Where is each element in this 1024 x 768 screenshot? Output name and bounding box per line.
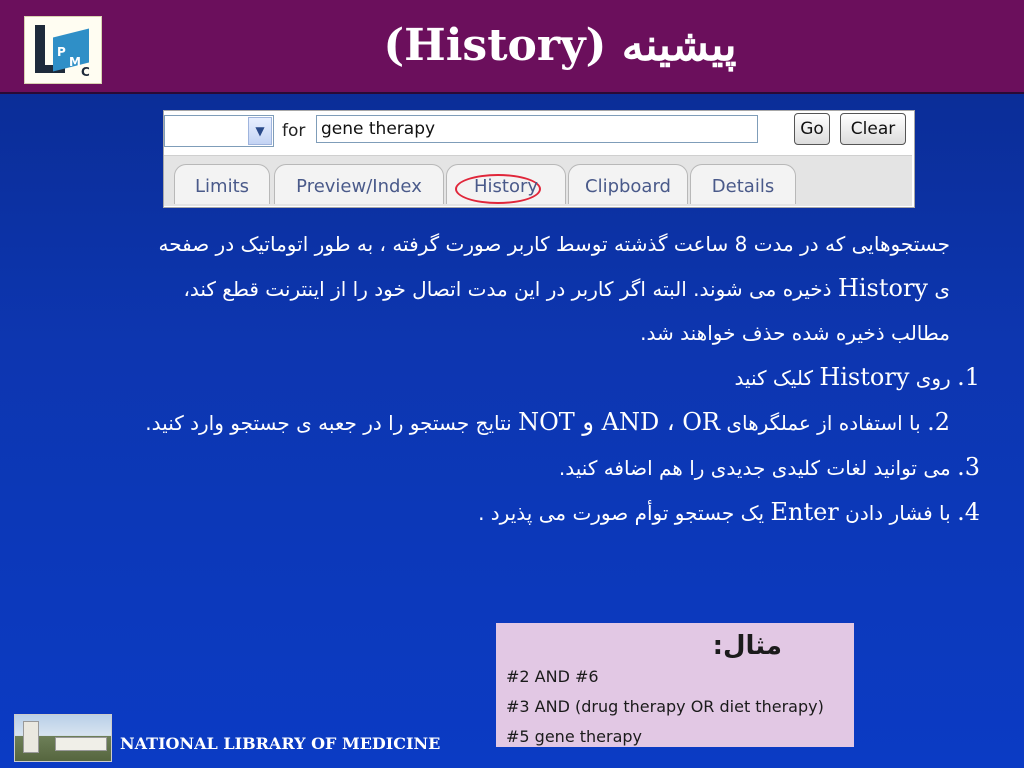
instruction-text: جستجوهایی که در مدت 8 ساعت گذشته توسط کا… [140,222,980,535]
search-input[interactable] [316,115,758,143]
item-number: 3. [957,453,980,481]
tab-history[interactable]: History [446,164,566,204]
page-title: (History) پیشینه [383,20,737,71]
item-pre: می توانید لغات کلیدی جدیدی را هم اضافه ک… [558,456,951,480]
logo-letter-p: P [57,45,66,59]
photo-building [55,737,107,751]
pmc-logo: P M C [24,16,102,84]
item-post: نتایج جستجو را در جعبه ی جستجو وارد کنید… [145,411,512,435]
item-term: History [819,363,910,391]
title-bar: P M C (History) پیشینه [0,0,1024,94]
item-number: 4. [957,498,980,526]
item-number: 2. [927,408,950,436]
example-line: #2 AND #6 [506,667,599,686]
example-title: مثال: [712,631,782,661]
clear-button[interactable]: Clear [840,113,906,145]
photo-tower [23,721,39,753]
list-item: 2. با استفاده از عملگرهای AND ، OR و NOT… [140,400,980,445]
example-box: مثال: #2 AND #6 #3 AND (drug therapy OR … [496,623,854,747]
list-item: 4. با فشار دادن Enter یک جستجو توأم صورت… [140,490,980,535]
intro-paragraph: جستجوهایی که در مدت 8 ساعت گذشته توسط کا… [140,222,980,355]
pubmed-search-panel: ▼ for Go Clear Limits Preview/Index Hist… [163,110,915,208]
tab-limits[interactable]: Limits [174,164,270,204]
list-item: 1. روی History کلیک کنید [140,355,980,400]
tabs-strip: Limits Preview/Index History Clipboard D… [164,155,912,206]
item-post: یک جستجو توأم صورت می پذیرد . [478,501,765,525]
intro-term: History [837,274,928,302]
for-label: for [282,121,306,141]
tab-details[interactable]: Details [690,164,796,204]
item-pre: با فشار دادن [845,501,951,525]
example-line: #3 AND (drug therapy OR diet therapy) [506,697,824,716]
tab-label: History [473,176,539,197]
item-number: 1. [957,363,980,391]
tab-label: Clipboard [585,176,671,197]
intro-part2: ذخیره می شوند. البته اگر کاربر در این مد… [183,277,950,345]
item-post: کلیک کنید [734,366,813,390]
go-button[interactable]: Go [794,113,830,145]
footer-label: NATIONAL LIBRARY OF MEDICINE [120,734,441,753]
item-pre: با استفاده از عملگرهای [726,411,921,435]
logo-letter-c: C [81,65,90,79]
tab-label: Preview/Index [296,176,422,197]
tab-label: Details [711,176,775,197]
item-pre: روی [915,366,951,390]
item-term: AND ، OR و NOT [518,408,720,436]
logo-letter-m: M [69,55,81,69]
nlm-building-photo [14,714,112,762]
item-term: Enter [770,498,839,526]
tab-label: Limits [195,176,249,197]
tab-clipboard[interactable]: Clipboard [568,164,688,204]
chevron-down-icon[interactable]: ▼ [248,117,272,145]
tab-preview-index[interactable]: Preview/Index [274,164,444,204]
list-item: 3. می توانید لغات کلیدی جدیدی را هم اضاف… [140,445,980,490]
example-line: #5 gene therapy [506,727,643,746]
database-select[interactable]: ▼ [164,115,274,147]
